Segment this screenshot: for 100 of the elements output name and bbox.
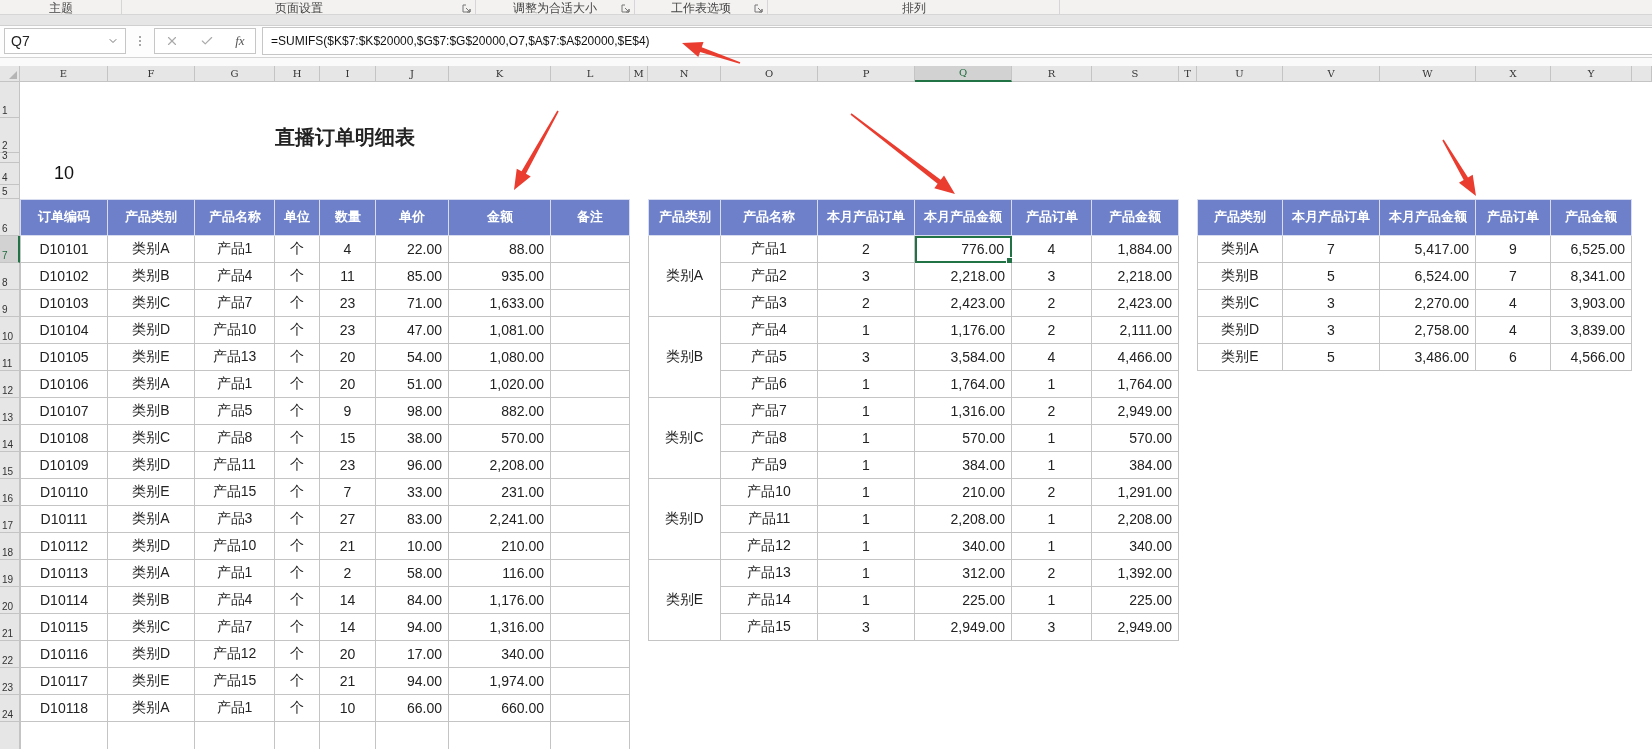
column-header[interactable]: K bbox=[449, 65, 551, 82]
row-header[interactable]: 3 bbox=[0, 152, 20, 163]
row-header[interactable]: 8 bbox=[0, 262, 20, 290]
column-header[interactable]: E bbox=[20, 65, 108, 82]
table-cell: 1 bbox=[818, 451, 915, 479]
column-header[interactable]: N bbox=[648, 65, 721, 82]
column-header[interactable] bbox=[1632, 65, 1652, 82]
dialog-launcher-icon[interactable] bbox=[621, 3, 630, 13]
table-cell[interactable]: 2,423.00 bbox=[915, 289, 1012, 317]
table-cell: 类别E bbox=[108, 478, 195, 506]
table-cell: D10113 bbox=[20, 559, 108, 587]
row-header[interactable]: 15 bbox=[0, 451, 20, 479]
table-cell: 产品3 bbox=[721, 289, 818, 317]
column-header[interactable]: W bbox=[1380, 65, 1476, 82]
column-header[interactable]: V bbox=[1283, 65, 1380, 82]
table-cell: 个 bbox=[275, 640, 320, 668]
row-header[interactable]: 7 bbox=[0, 235, 20, 263]
column-header[interactable]: G bbox=[195, 65, 275, 82]
table-header-cell: 产品订单 bbox=[1476, 198, 1551, 236]
row-header[interactable]: 16 bbox=[0, 478, 20, 506]
table-cell: 类别C bbox=[1197, 289, 1283, 317]
table-cell: 类别E bbox=[108, 667, 195, 695]
grip-icon bbox=[138, 35, 142, 48]
table-cell: 类别A bbox=[108, 505, 195, 533]
table-cell[interactable]: 2,218.00 bbox=[915, 262, 1012, 290]
row-header[interactable]: 11 bbox=[0, 343, 20, 371]
column-header[interactable]: U bbox=[1197, 65, 1283, 82]
table-cell[interactable]: 2,949.00 bbox=[915, 613, 1012, 641]
table-cell: 3 bbox=[818, 613, 915, 641]
table-cell: 产品10 bbox=[195, 316, 275, 344]
table-cell[interactable]: 2,208.00 bbox=[915, 505, 1012, 533]
insert-function-button[interactable]: fx bbox=[235, 33, 245, 50]
table-cell: 4 bbox=[320, 235, 376, 263]
select-all-corner[interactable] bbox=[0, 65, 20, 82]
column-header[interactable]: X bbox=[1476, 65, 1551, 82]
name-box[interactable]: Q7 bbox=[4, 28, 126, 55]
column-header[interactable]: J bbox=[376, 65, 449, 82]
table-cell: 4 bbox=[1476, 316, 1551, 344]
row-header[interactable]: 4 bbox=[0, 162, 20, 185]
table-cell[interactable]: 340.00 bbox=[915, 532, 1012, 560]
table-cell: 1 bbox=[818, 397, 915, 425]
row-header[interactable]: 21 bbox=[0, 613, 20, 641]
table-cell[interactable]: 1,764.00 bbox=[915, 370, 1012, 398]
table-cell: 23 bbox=[320, 316, 376, 344]
formula-field[interactable]: =SUMIFS($K$7:$K$20000,$G$7:$G$20000,O7,$A$7:$A$20000,$E$4) bbox=[262, 27, 1652, 56]
table-cell: 产品15 bbox=[195, 478, 275, 506]
row-header[interactable] bbox=[0, 721, 20, 749]
row-header[interactable]: 1 bbox=[0, 81, 20, 118]
column-header[interactable]: H bbox=[275, 65, 320, 82]
table-cell[interactable]: 776.00 bbox=[915, 235, 1012, 263]
table-cell: 1,974.00 bbox=[449, 667, 551, 695]
table-cell[interactable]: 1,316.00 bbox=[915, 397, 1012, 425]
column-header[interactable]: O bbox=[721, 65, 818, 82]
row-header[interactable]: 23 bbox=[0, 667, 20, 695]
row-header[interactable]: 19 bbox=[0, 559, 20, 587]
table-header-cell: 产品金额 bbox=[1092, 198, 1179, 236]
table-cell[interactable]: 384.00 bbox=[915, 451, 1012, 479]
column-header[interactable]: S bbox=[1092, 65, 1179, 82]
table-cell: 1 bbox=[818, 424, 915, 452]
table-header-cell: 订单编码 bbox=[20, 198, 108, 236]
row-header[interactable]: 24 bbox=[0, 694, 20, 722]
table-cell: 2,758.00 bbox=[1380, 316, 1476, 344]
column-header[interactable]: R bbox=[1012, 65, 1092, 82]
table-cell: 15 bbox=[320, 424, 376, 452]
row-header[interactable]: 22 bbox=[0, 640, 20, 668]
row-header[interactable]: 13 bbox=[0, 397, 20, 425]
row-header[interactable]: 17 bbox=[0, 505, 20, 533]
table-cell: 个 bbox=[275, 424, 320, 452]
column-header[interactable]: Y bbox=[1551, 65, 1632, 82]
table-cell[interactable]: 225.00 bbox=[915, 586, 1012, 614]
table-cell[interactable]: 570.00 bbox=[915, 424, 1012, 452]
row-header[interactable]: 9 bbox=[0, 289, 20, 317]
table-cell: 3,486.00 bbox=[1380, 343, 1476, 371]
column-header[interactable]: I bbox=[320, 65, 376, 82]
table-cell: 产品5 bbox=[721, 343, 818, 371]
column-header[interactable]: F bbox=[108, 65, 195, 82]
row-header[interactable]: 6 bbox=[0, 198, 20, 236]
table-cell: D10106 bbox=[20, 370, 108, 398]
row-header[interactable]: 10 bbox=[0, 316, 20, 344]
dialog-launcher-icon[interactable] bbox=[462, 3, 471, 13]
table-cell: 2,241.00 bbox=[449, 505, 551, 533]
table-cell[interactable]: 3,584.00 bbox=[915, 343, 1012, 371]
column-header[interactable]: M bbox=[630, 65, 648, 82]
table-cell: 个 bbox=[275, 694, 320, 722]
table-cell: 2 bbox=[1012, 397, 1092, 425]
row-header[interactable]: 20 bbox=[0, 586, 20, 614]
row-header[interactable]: 18 bbox=[0, 532, 20, 560]
dialog-launcher-icon[interactable] bbox=[754, 3, 763, 13]
table-cell[interactable]: 1,176.00 bbox=[915, 316, 1012, 344]
column-header[interactable]: T bbox=[1179, 65, 1197, 82]
row-header[interactable]: 14 bbox=[0, 424, 20, 452]
table-cell[interactable]: 210.00 bbox=[915, 478, 1012, 506]
ribbon-group-label: 排列 bbox=[901, 1, 926, 14]
table-cell: 个 bbox=[275, 262, 320, 290]
row-header[interactable]: 12 bbox=[0, 370, 20, 398]
table-cell: 3 bbox=[818, 343, 915, 371]
corner-triangle-icon bbox=[9, 70, 17, 79]
column-header[interactable]: L bbox=[551, 65, 630, 82]
table-cell[interactable]: 312.00 bbox=[915, 559, 1012, 587]
table-cell: 产品11 bbox=[195, 451, 275, 479]
